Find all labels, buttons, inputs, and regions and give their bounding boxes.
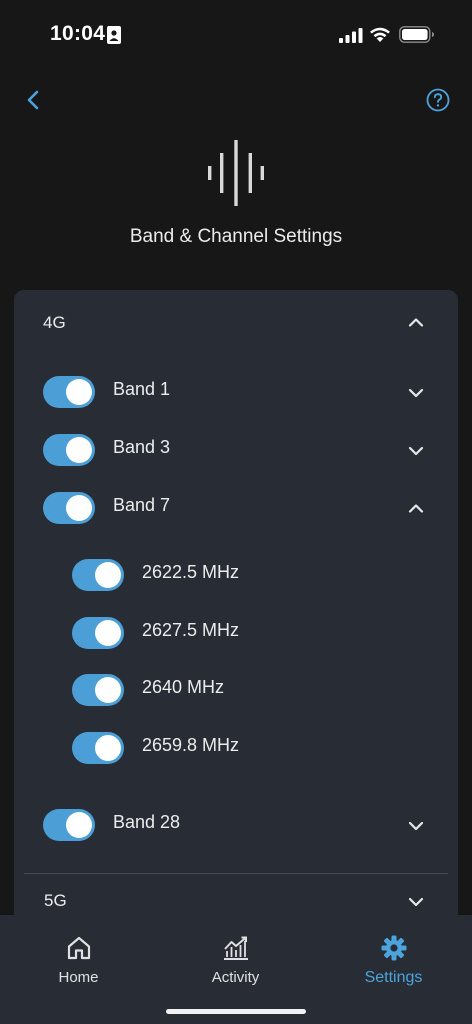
channel-row: 2627.5 MHz bbox=[14, 613, 458, 653]
chevron-up-icon[interactable] bbox=[408, 317, 424, 327]
toggle-knob bbox=[95, 562, 121, 588]
section-label: 5G bbox=[44, 891, 67, 910]
band-label: Band 7 bbox=[113, 495, 171, 515]
band-toggle[interactable] bbox=[43, 376, 95, 408]
id-card-icon bbox=[107, 26, 121, 44]
channel-toggle[interactable] bbox=[72, 674, 124, 706]
waveform-icon bbox=[208, 140, 264, 206]
band-toggle[interactable] bbox=[43, 809, 95, 841]
home-icon bbox=[67, 936, 90, 960]
channel-toggle[interactable] bbox=[72, 732, 124, 764]
tab-label: Activity bbox=[211, 969, 260, 986]
band-label: Band 3 bbox=[113, 437, 171, 457]
activity-icon bbox=[223, 936, 248, 960]
chevron-down-icon[interactable] bbox=[408, 388, 424, 398]
toggle-knob bbox=[66, 379, 92, 405]
channel-label: 2640 MHz bbox=[142, 677, 225, 697]
channel-toggle[interactable] bbox=[72, 559, 124, 591]
settings-panel: 4G Band 1 Band 3 Band 7 2622.5 MHz 2627.… bbox=[14, 290, 458, 1024]
battery-icon bbox=[399, 26, 434, 43]
band-row: Band 1 bbox=[14, 372, 458, 412]
band-toggle[interactable] bbox=[43, 492, 95, 524]
section-label: 4G bbox=[43, 313, 66, 332]
channel-row: 2659.8 MHz bbox=[14, 728, 458, 768]
tab-settings[interactable]: Settings bbox=[315, 915, 472, 1024]
tab-bar: Home Activity Settings bbox=[0, 915, 472, 1024]
channel-toggle[interactable] bbox=[72, 617, 124, 649]
chevron-down-icon[interactable] bbox=[408, 821, 424, 831]
tab-label: Home bbox=[58, 969, 99, 986]
home-indicator bbox=[166, 1009, 306, 1014]
toggle-knob bbox=[95, 735, 121, 761]
toggle-knob bbox=[66, 495, 92, 521]
section-divider bbox=[24, 873, 448, 874]
chevron-down-icon[interactable] bbox=[408, 446, 424, 456]
band-row: Band 3 bbox=[14, 430, 458, 470]
band-label: Band 1 bbox=[113, 379, 171, 399]
help-icon[interactable] bbox=[426, 88, 450, 112]
channel-label: 2622.5 MHz bbox=[142, 562, 240, 582]
channel-row: 2640 MHz bbox=[14, 670, 458, 710]
status-bar: 10:04 bbox=[0, 0, 472, 70]
chevron-up-icon[interactable] bbox=[408, 503, 424, 513]
band-row: Band 28 bbox=[14, 805, 458, 845]
band-toggle[interactable] bbox=[43, 434, 95, 466]
page-title: Band & Channel Settings bbox=[129, 226, 343, 247]
tab-home[interactable]: Home bbox=[0, 915, 157, 1024]
gear-icon bbox=[381, 935, 406, 961]
toggle-knob bbox=[95, 620, 121, 646]
toggle-knob bbox=[66, 812, 92, 838]
tab-label: Settings bbox=[364, 969, 423, 986]
toggle-knob bbox=[66, 437, 92, 463]
cellular-signal-icon bbox=[339, 28, 363, 43]
band-row: Band 7 bbox=[14, 488, 458, 528]
status-time: 10:04 bbox=[50, 22, 106, 45]
channel-label: 2627.5 MHz bbox=[142, 620, 240, 640]
section-header-4g[interactable]: 4G bbox=[14, 305, 458, 345]
channel-label: 2659.8 MHz bbox=[142, 735, 240, 755]
chevron-down-icon[interactable] bbox=[408, 897, 424, 907]
band-label: Band 28 bbox=[113, 812, 181, 832]
channel-row: 2622.5 MHz bbox=[14, 555, 458, 595]
back-button[interactable] bbox=[22, 86, 46, 114]
toggle-knob bbox=[95, 677, 121, 703]
wifi-icon bbox=[370, 27, 390, 42]
tab-activity[interactable]: Activity bbox=[157, 915, 314, 1024]
